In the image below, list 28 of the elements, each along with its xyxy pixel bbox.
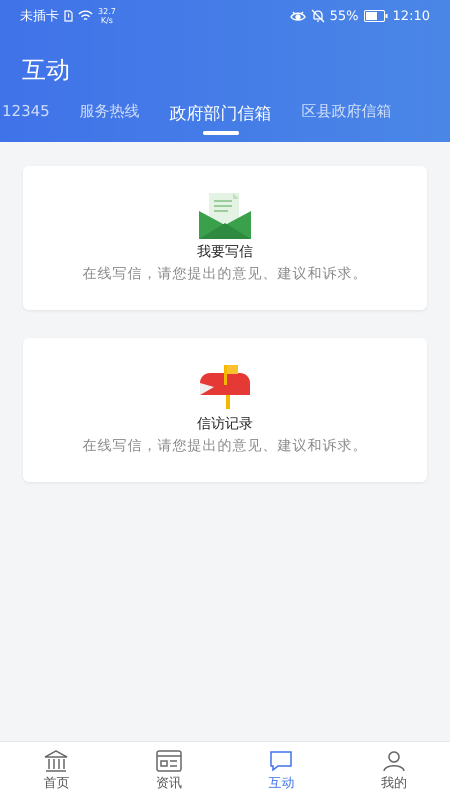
bank-icon xyxy=(43,750,70,772)
nav-item[interactable]: 首页 xyxy=(0,742,112,800)
clock-time: 12:10 xyxy=(392,8,430,24)
sim-icon xyxy=(64,10,73,22)
person-icon xyxy=(380,750,407,772)
card-title: 我要写信 xyxy=(197,243,253,261)
nav-item[interactable]: 我的 xyxy=(338,742,450,800)
nav-item[interactable]: 资讯 xyxy=(112,742,225,800)
speed-value: 32.7 xyxy=(98,7,116,16)
speed-unit: K/s xyxy=(100,16,113,25)
wifi-icon xyxy=(78,10,93,22)
chat-icon xyxy=(268,750,294,772)
card-title: 信访记录 xyxy=(197,415,253,433)
tab[interactable]: 政府部门信箱 xyxy=(170,102,272,136)
card-description: 在线写信，请您提出的意见、建议和诉求。 xyxy=(82,437,368,455)
battery-percent: 55% xyxy=(330,8,359,24)
muted-bell-icon xyxy=(310,9,325,23)
envelope-icon xyxy=(199,193,251,239)
card[interactable]: 信访记录 在线写信，请您提出的意见、建议和诉求。 xyxy=(23,338,427,482)
card-description: 在线写信，请您提出的意见、建议和诉求。 xyxy=(82,265,368,283)
page-title: 互动 xyxy=(21,55,71,86)
nav-item[interactable]: 互动 xyxy=(225,742,338,800)
mailbox-icon xyxy=(200,365,250,411)
news-icon xyxy=(156,750,182,772)
battery-icon xyxy=(364,10,388,22)
eye-icon xyxy=(290,10,306,22)
card[interactable]: 我要写信 在线写信，请您提出的意见、建议和诉求。 xyxy=(23,166,427,310)
carrier-text: 未插卡 xyxy=(20,8,59,25)
